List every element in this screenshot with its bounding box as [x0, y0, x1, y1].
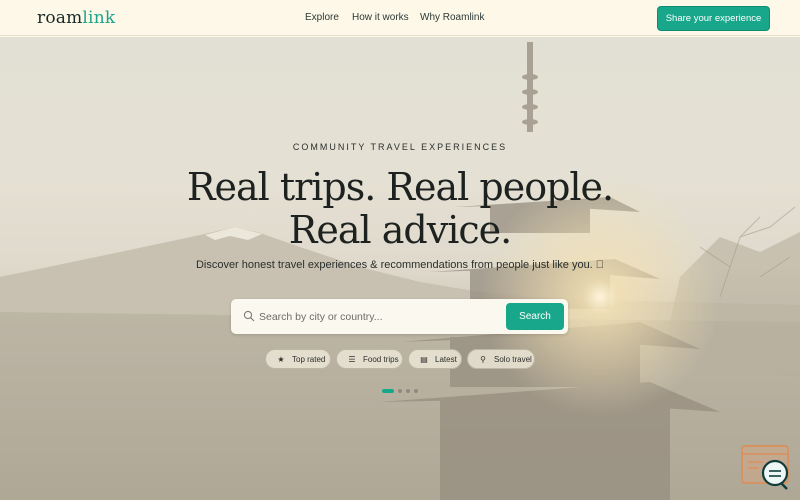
top-header: roamlink Explore How it works Why Roamli… [0, 0, 800, 36]
carousel-dot-active[interactable] [382, 389, 394, 393]
hero-headline-line-2: Real advice. [288, 208, 512, 252]
search-input[interactable] [259, 308, 499, 325]
hero-eyebrow: COMMUNITY TRAVEL EXPERIENCES [292, 142, 508, 152]
person-icon: ⚲ [480, 354, 486, 364]
carousel-dot[interactable] [406, 389, 410, 393]
star-icon: ★ [277, 354, 285, 364]
hero-headline-line-1: Real trips. Real people. [186, 165, 614, 209]
brand-logo[interactable]: roamlink [37, 8, 115, 28]
chip-label: Food trips [363, 354, 399, 364]
nav-how-it-works[interactable]: How it works [352, 12, 409, 23]
hero-subtitle: Discover honest travel experiences & rec… [195, 259, 605, 271]
logo-text-link: link [82, 8, 116, 28]
calendar-icon: ▤ [420, 354, 428, 364]
chat-support-icon[interactable] [741, 445, 791, 490]
hero-section: COMMUNITY TRAVEL EXPERIENCES Real trips.… [0, 37, 800, 500]
logo-text-roam: roam [37, 8, 83, 28]
carousel-dot[interactable] [398, 389, 402, 393]
chip-label: Top rated [292, 354, 326, 364]
carousel-dot[interactable] [414, 389, 418, 393]
chip-label: Latest [435, 354, 457, 364]
chip-solo-travel[interactable]: ⚲ Solo travel [467, 349, 535, 369]
list-icon: ☰ [348, 354, 356, 364]
chip-food-trips[interactable]: ☰ Food trips [336, 349, 403, 369]
chip-latest[interactable]: ▤ Latest [408, 349, 462, 369]
search-bar: Search [231, 299, 568, 334]
chip-label: Solo travel [494, 354, 532, 364]
nav-why-roamlink[interactable]: Why Roamlink [420, 12, 484, 23]
search-icon [243, 310, 255, 322]
nav-explore[interactable]: Explore [305, 12, 339, 23]
share-experience-button[interactable]: Share your experience [657, 6, 770, 31]
search-button[interactable]: Search [506, 303, 564, 330]
chip-top-rated[interactable]: ★ Top rated [265, 349, 331, 369]
